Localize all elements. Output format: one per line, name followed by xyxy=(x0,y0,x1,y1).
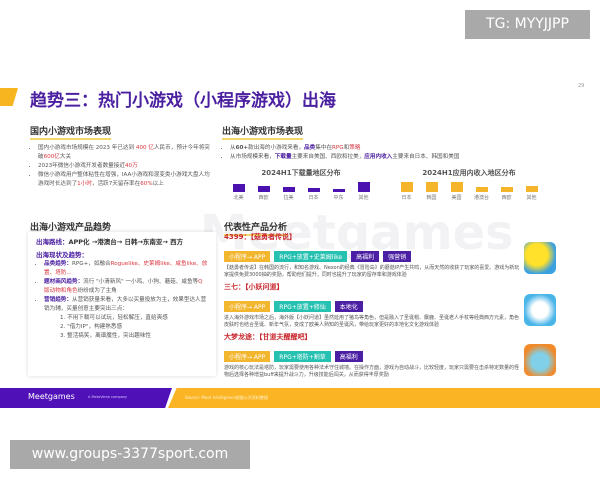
download-chart: 2024H1下载量地区分布 北美 西欧 拉美 日本 中东 其他 xyxy=(226,168,376,208)
status-heading: 出海现状及趋势： xyxy=(36,251,88,259)
domestic-bullet: 2023年微信小游戏开发者数量接近40万 xyxy=(38,162,210,171)
bar-港澳台 xyxy=(475,187,488,192)
product-tag: 高福利 xyxy=(351,251,380,262)
product-tag: RPG+放置+修仙 xyxy=(274,301,331,312)
product-card: 4399：【菇勇者传说】 小程序→ APP RPG+放置+史莱姆like 高福利 强营销… xyxy=(224,232,520,279)
category-label: 韩国 xyxy=(426,195,437,201)
product-description: 游戏的核心玩法是塔防，玩家需要使用各种法术守住城墙。在操作方面，游戏为自动战斗，… xyxy=(224,365,520,378)
title-accent xyxy=(0,88,18,106)
bar-西欧 xyxy=(500,187,513,192)
category-label: 美国 xyxy=(451,195,462,201)
product-description: 进入海外游戏市场之后，海外版【小妖问道】虽然延用了猪鸟等角色，但是融入了圣诞帽、… xyxy=(224,315,520,328)
product-tag: 小程序→ APP xyxy=(224,301,271,312)
trend-item: 营销趋势：从营销获量来看，大多以买量投放为主，效果型达人营销为辅，买量创意主要突… xyxy=(44,296,208,314)
domestic-bullet: 微信小游戏用户整体粘性在增强，IAA小游戏和混变类小游戏大盘人均游戏时长达到了1… xyxy=(38,171,210,189)
route-label: 出海路线： xyxy=(36,238,69,246)
trends-box: 出海路线：APP化 →港澳台→ 日韩→东南亚→ 西方 出海现状及趋势： 品类趋势… xyxy=(28,232,216,376)
page-number: 29 xyxy=(578,83,585,89)
overlay-tg: TG: MYYJJPP xyxy=(465,10,590,39)
bar-北美 xyxy=(232,184,245,192)
domestic-bullet: 国内小游戏市场规模在 2023 年已达到 400 亿人民币，预计今年将突破600… xyxy=(38,144,210,162)
domestic-section: 国内小游戏市场表现 国内小游戏市场规模在 2023 年已达到 400 亿人民币，… xyxy=(30,119,210,189)
category-label: 拉美 xyxy=(283,195,294,201)
product-description: 【菇勇者传说】在韩国的流行，和知名游戏、Nexon的经典《冒险岛》的蘑菇IP产生… xyxy=(224,265,520,278)
product-card: 三七：【小妖问道】 小程序→ APP RPG+放置+修仙 本地化进入海外游戏市场之后，… xyxy=(224,282,520,329)
bar-日本 xyxy=(307,188,320,192)
category-label: 其他 xyxy=(358,195,369,201)
domestic-heading: 国内小游戏市场表现 xyxy=(30,127,112,140)
bar-其他 xyxy=(525,185,538,192)
product-tag: 小程序→ APP xyxy=(224,251,271,262)
trend-item: 品类趋势：RPG+，如融合Roguelike、史莱姆like、咸鱼like、放置… xyxy=(44,260,208,278)
footer-source: Source: Meet Intelligence根据公开资料整理 xyxy=(185,395,268,400)
route: APP化 →港澳台→ 日韩→东南亚→ 西方 xyxy=(68,238,184,246)
overseas-bullet: 从60+款出海的小游戏来看，品类集中在RPG和策略 xyxy=(230,144,562,153)
trend-item: 题材画风趋势：流行 "小清新风" 一小鸡、小狗、蘑菇、咸鱼等Q版动物和角色纷纷成… xyxy=(44,278,208,296)
product-tag: RPG+放置+史莱姆like xyxy=(274,251,348,262)
category-label: 西欧 xyxy=(501,195,512,201)
product-title: 三七：【小妖问道】 xyxy=(224,283,284,291)
product-tag: 高福利 xyxy=(334,351,363,362)
bar-韩国 xyxy=(425,182,438,192)
marketing-point: 3. 整活搞笑，离谱魔性，突出趣味性 xyxy=(60,333,152,339)
marketing-point: 2. "借力IP"，构建熟悉感 xyxy=(60,324,123,330)
product-tag: 本地化 xyxy=(334,301,363,312)
bar-中东 xyxy=(332,188,345,192)
game-icon-xiaoyao xyxy=(524,294,556,326)
chart-title: 2024H1下载量地区分布 xyxy=(261,169,341,177)
game-icon-mushroom-hero xyxy=(524,242,556,274)
footer-tagline: A MetaVerse company xyxy=(88,395,128,399)
product-title: 4399：【菇勇者传说】 xyxy=(224,233,296,241)
bar-其他 xyxy=(357,182,370,192)
footer-brand-bar xyxy=(0,388,172,408)
category-label: 港澳台 xyxy=(473,195,489,201)
bar-美国 xyxy=(450,182,463,192)
revenue-chart: 2024H1应用内收入地区分布 日本 韩国 美国 港澳台 西欧 其他 xyxy=(394,168,544,208)
product-title: 大梦龙途：【甘道夫醒醒吧】 xyxy=(224,333,312,341)
product-card: 大梦龙途：【甘道夫醒醒吧】 小程序→ APP RPG+塔防+割草 高福利游戏的核心玩法… xyxy=(224,332,520,379)
game-icon-gandalf xyxy=(524,344,556,376)
bar-拉美 xyxy=(282,186,295,192)
page-title: 趋势三：热门小游戏（小程序游戏）出海 xyxy=(30,91,336,111)
products-list: 4399：【菇勇者传说】 小程序→ APP RPG+放置+史莱姆like 高福利 强营销… xyxy=(224,232,520,382)
overseas-bullet: 从市场规模来看，下载量主要来自美国、西欧和拉美，应用内收入主要来自日本、韩国和美… xyxy=(230,153,562,162)
category-label: 日本 xyxy=(401,195,412,201)
product-tag: 小程序→ APP xyxy=(224,351,271,362)
category-label: 日本 xyxy=(308,195,319,201)
product-tag: 强营销 xyxy=(383,251,412,262)
category-label: 中东 xyxy=(333,195,344,201)
overlay-url: www.groups-3377sport.com xyxy=(10,440,250,469)
bar-西欧 xyxy=(257,186,270,192)
category-label: 北美 xyxy=(233,195,244,201)
bar-日本 xyxy=(400,182,413,192)
category-label: 西欧 xyxy=(258,195,269,201)
overseas-section: 出海小游戏市场表现 从60+款出海的小游戏来看，品类集中在RPG和策略 从市场规… xyxy=(222,119,562,162)
overseas-heading: 出海小游戏市场表现 xyxy=(222,127,304,140)
chart-title: 2024H1应用内收入地区分布 xyxy=(422,169,516,177)
marketing-point: 1. 不用下载可以试玩，轻松解压，直给爽感 xyxy=(60,315,168,321)
product-tag: RPG+塔防+割草 xyxy=(274,351,331,362)
category-label: 其他 xyxy=(526,195,537,201)
footer-brand: Meetgames xyxy=(28,392,75,401)
